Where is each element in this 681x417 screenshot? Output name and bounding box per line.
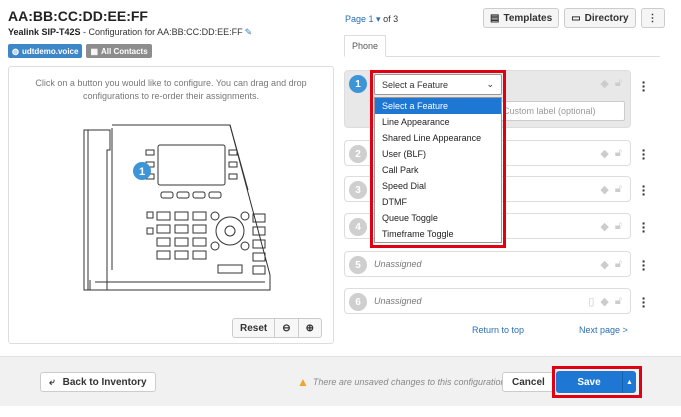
globe-icon: ◍	[12, 46, 19, 56]
next-page-link[interactable]: Next page >	[579, 325, 628, 335]
phone-body	[89, 124, 271, 291]
line-key-marker-label: 1	[139, 166, 145, 178]
directory-icon: ▭	[571, 12, 581, 24]
slot-icons: ◆ 🔓︎	[600, 220, 622, 233]
slot-number: 2	[349, 145, 367, 163]
tag-contacts[interactable]: ▦ All Contacts	[86, 44, 152, 58]
dropdown-highlight-box	[370, 70, 506, 248]
document-icon[interactable]: ▯	[588, 295, 594, 308]
custom-label-input[interactable]: Custom label (optional)	[496, 101, 625, 121]
slot-5-menu-icon[interactable]: · · ·	[641, 254, 647, 276]
tag-icon[interactable]: ◆	[600, 258, 608, 271]
back-to-inventory-button[interactable]: ⤶ Back to Inventory	[40, 372, 156, 392]
lock-icon[interactable]: 🔓︎	[615, 295, 622, 308]
lock-icon[interactable]: 🔓︎	[615, 183, 622, 196]
save-highlight-box	[552, 366, 642, 398]
edit-pencil-icon[interactable]: ✎	[245, 27, 253, 38]
slot-icons: ◆ 🔓︎	[600, 77, 622, 90]
zoom-toolbar: Reset ⊖ ⊕	[232, 318, 323, 338]
slot-icons: ◆ 🔓︎	[600, 258, 622, 271]
directory-button[interactable]: ▭ Directory	[564, 8, 636, 28]
device-subtitle: Yealink SIP-T42S - Configuration for AA:…	[8, 27, 252, 38]
handset-shape	[87, 129, 111, 291]
back-arrow-icon: ⤶	[49, 376, 55, 388]
slot-2-menu-icon[interactable]: · · ·	[641, 143, 647, 165]
device-model: Yealink SIP-T42S	[8, 27, 81, 37]
kebab-icon: ⋮	[647, 12, 658, 24]
cancel-button[interactable]: Cancel	[502, 372, 555, 392]
lock-icon[interactable]: 🔓︎	[615, 220, 622, 233]
config-text: - Configuration for AA:BB:CC:DD:EE:FF	[80, 27, 243, 37]
zoom-out-button[interactable]: ⊖	[275, 319, 299, 337]
lock-icon[interactable]: 🔓︎	[615, 147, 622, 160]
slot-6[interactable]: 6 Unassigned ▯ ◆ 🔓︎	[344, 288, 631, 314]
phone-screen	[157, 144, 226, 186]
reset-button[interactable]: Reset	[233, 319, 276, 337]
slot-icons: ◆ 🔓︎	[600, 147, 622, 160]
tag-icon[interactable]: ◆	[600, 220, 608, 233]
tag-icon[interactable]: ◆	[600, 183, 608, 196]
slot-icons: ◆ 🔓︎	[600, 183, 622, 196]
chevron-down-icon[interactable]: ▾	[374, 14, 381, 24]
templates-button[interactable]: ▤ Templates	[483, 8, 560, 28]
more-options-button[interactable]: ⋮	[640, 8, 665, 28]
slot-number: 1	[349, 75, 367, 93]
tag-icon[interactable]: ◆	[600, 77, 608, 90]
slot-5[interactable]: 5 Unassigned ◆ 🔓︎	[344, 251, 631, 277]
lock-icon[interactable]: 🔓︎	[615, 258, 622, 271]
warning-icon: ▲	[297, 375, 309, 389]
tag-icon[interactable]: ◆	[600, 147, 608, 160]
nav-ring	[215, 216, 245, 246]
tag-list: ◍ udtdemo.voice ▦ All Contacts	[8, 44, 152, 58]
lock-icon[interactable]: 🔓︎	[615, 77, 622, 90]
tag-icon[interactable]: ◆	[600, 295, 608, 308]
slot-label: Unassigned	[374, 296, 422, 306]
slot-number: 6	[349, 293, 367, 311]
slot-number: 4	[349, 218, 367, 236]
tag-domain[interactable]: ◍ udtdemo.voice	[8, 44, 83, 58]
top-buttons: ▤ Templates ▭ Directory ⋮	[483, 8, 665, 28]
zoom-in-icon: ⊕	[305, 322, 315, 334]
page-indicator: Page 1 ▾ of 3	[345, 14, 399, 24]
unsaved-warning: ▲ There are unsaved changes to this confi…	[297, 375, 506, 389]
tab-phone[interactable]: Phone	[344, 35, 386, 57]
device-mac-title: AA:BB:CC:DD:EE:FF	[8, 8, 148, 24]
return-to-top-link[interactable]: Return to top	[472, 325, 524, 335]
phone-illustration: 1	[83, 124, 271, 291]
slot-icons: ▯ ◆ 🔓︎	[588, 295, 622, 308]
slot-1-menu-icon[interactable]: · · ·	[641, 75, 647, 97]
contacts-icon: ▦	[90, 46, 98, 56]
slot-3-menu-icon[interactable]: · · ·	[641, 179, 647, 201]
tab-divider	[344, 56, 660, 57]
slot-4-menu-icon[interactable]: · · ·	[641, 216, 647, 238]
slot-number: 3	[349, 181, 367, 199]
slot-label: Unassigned	[374, 259, 422, 269]
templates-icon: ▤	[490, 12, 500, 24]
zoom-out-icon: ⊖	[282, 322, 291, 334]
slot-6-menu-icon[interactable]: · · ·	[641, 291, 647, 313]
zoom-in-button[interactable]: ⊕	[299, 319, 321, 337]
slot-number: 5	[349, 256, 367, 274]
